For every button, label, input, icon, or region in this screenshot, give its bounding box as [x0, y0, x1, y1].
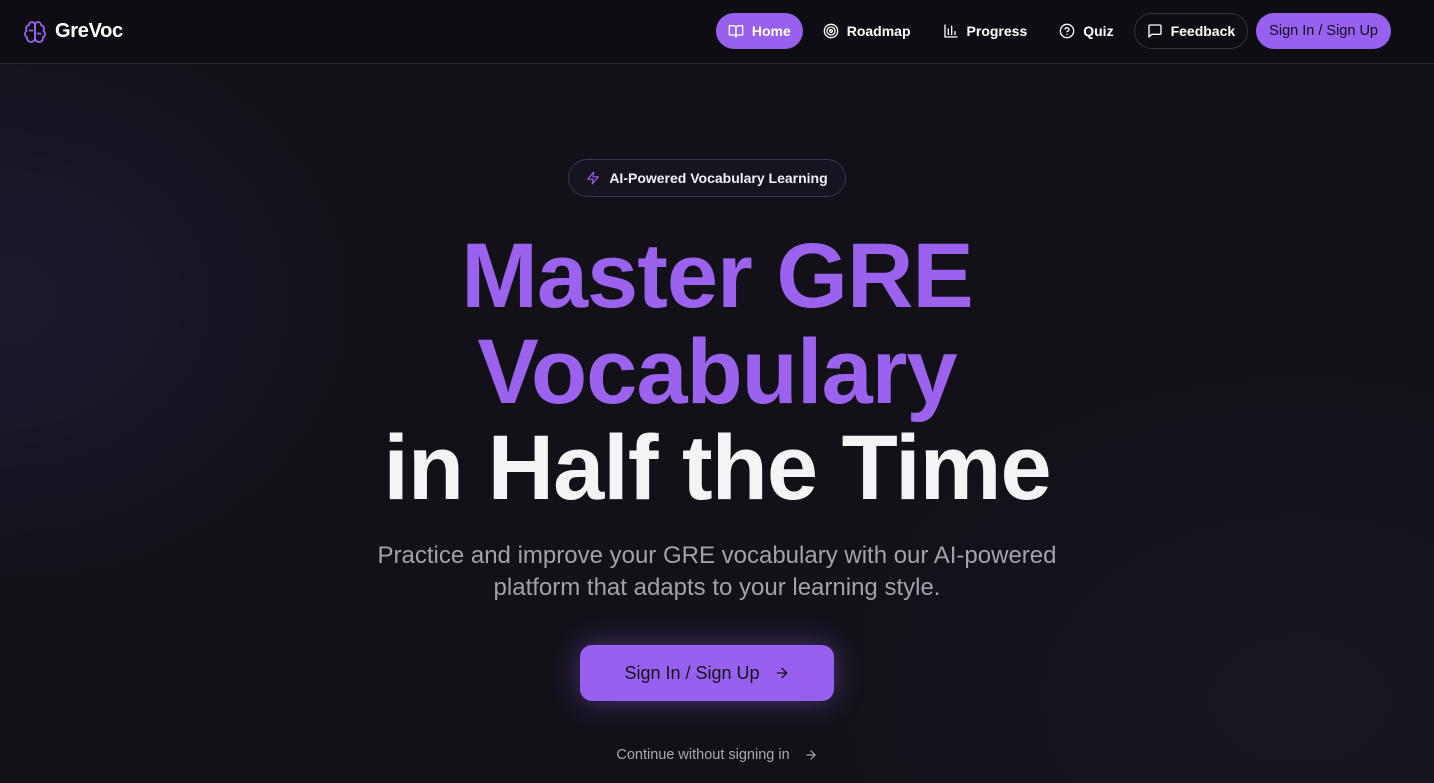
- main-nav: Home Roadmap Progress Quiz Feedback Sign…: [708, 13, 1391, 49]
- bar-chart-icon: [943, 24, 958, 38]
- headline-line-1: Master GRE: [461, 225, 974, 327]
- nav-item-home[interactable]: Home: [715, 13, 803, 49]
- badge-label: AI-Powered Vocabulary Learning: [609, 170, 828, 186]
- lightning-icon: [587, 171, 600, 185]
- continue-without-signin-link[interactable]: Continue without signing in: [0, 743, 1434, 767]
- nav-item-quiz[interactable]: Quiz: [1047, 13, 1125, 49]
- app-logo[interactable]: GreVoc: [23, 18, 123, 45]
- nav-item-label: Quiz: [1083, 23, 1114, 39]
- skip-label: Continue without signing in: [616, 747, 790, 763]
- hero-subtitle: Practice and improve your GRE vocabulary…: [317, 540, 1117, 604]
- sign-in-label: Sign In / Sign Up: [1269, 23, 1378, 39]
- headline-line-2: Vocabulary: [477, 321, 957, 423]
- nav-item-roadmap[interactable]: Roadmap: [811, 13, 923, 49]
- ai-badge: AI-Powered Vocabulary Learning: [568, 159, 846, 197]
- nav-item-label: Feedback: [1170, 23, 1236, 39]
- book-icon: [728, 25, 744, 38]
- nav-item-feedback[interactable]: Feedback: [1133, 13, 1249, 49]
- sign-in-button[interactable]: Sign In / Sign Up: [1256, 13, 1391, 49]
- top-navbar: GreVoc Home Roadmap Progress Quiz Feedba…: [0, 0, 1434, 64]
- arrow-right-icon: [805, 750, 816, 760]
- hero-headline: Master GRE Vocabulary in Half the Time: [0, 228, 1434, 516]
- nav-item-progress[interactable]: Progress: [931, 13, 1040, 49]
- subtitle-line-1: Practice and improve your GRE vocabulary…: [377, 542, 1057, 569]
- hero-sign-in-button[interactable]: Sign In / Sign Up: [580, 645, 834, 701]
- message-square-icon: [1147, 24, 1162, 38]
- app-name: GreVoc: [55, 20, 123, 42]
- nav-item-label: Progress: [966, 23, 1028, 39]
- brain-icon: [24, 20, 46, 43]
- help-circle-icon: [1059, 23, 1075, 39]
- target-icon: [823, 23, 839, 39]
- subtitle-line-2: platform that adapts to your learning st…: [493, 574, 941, 601]
- nav-item-label: Home: [751, 23, 791, 39]
- cta-label: Sign In / Sign Up: [624, 662, 760, 683]
- arrow-right-icon: [776, 667, 787, 679]
- nav-item-label: Roadmap: [846, 23, 911, 39]
- headline-line-3: in Half the Time: [383, 417, 1051, 519]
